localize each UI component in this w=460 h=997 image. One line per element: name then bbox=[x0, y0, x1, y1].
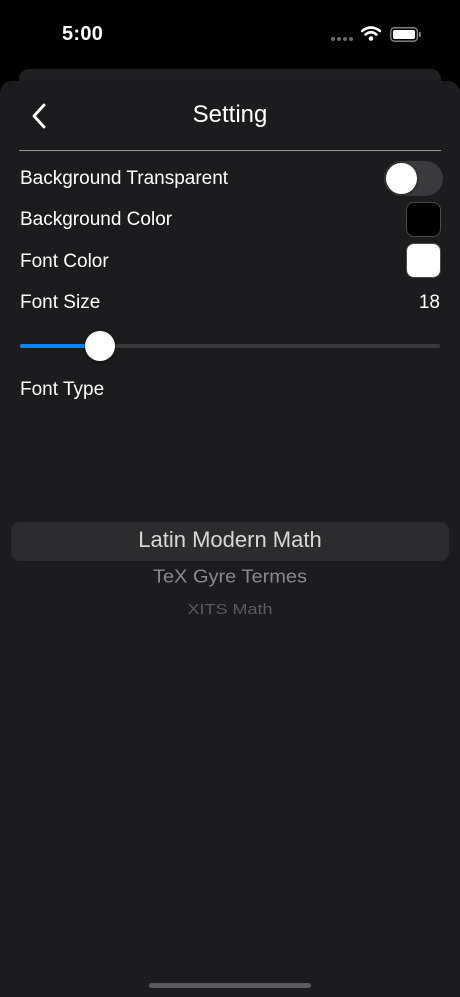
settings-sheet: Setting Background Transparent Backgroun… bbox=[0, 81, 460, 997]
picker-option[interactable]: XITS Math bbox=[0, 601, 460, 618]
font-size-slider[interactable] bbox=[20, 331, 440, 361]
font-size-label: Font Size bbox=[20, 292, 101, 313]
picker-option[interactable]: TeX Gyre Termes bbox=[0, 567, 460, 588]
background-transparent-label: Background Transparent bbox=[20, 168, 229, 189]
cellular-dots-icon bbox=[331, 37, 353, 41]
font-type-label: Font Type bbox=[20, 379, 105, 400]
status-bar: 5:00 bbox=[0, 0, 460, 70]
toggle-knob bbox=[386, 163, 417, 194]
font-type-picker[interactable]: Latin Modern Math TeX Gyre Termes XITS M… bbox=[0, 511, 460, 631]
font-size-value: 18 bbox=[418, 292, 440, 313]
font-color-label: Font Color bbox=[20, 251, 109, 272]
status-time: 5:00 bbox=[62, 23, 104, 45]
home-indicator bbox=[149, 983, 311, 988]
nav-divider bbox=[19, 150, 441, 151]
wifi-icon bbox=[360, 26, 382, 46]
background-color-swatch[interactable] bbox=[406, 202, 441, 237]
slider-thumb[interactable] bbox=[84, 331, 115, 361]
battery-icon bbox=[390, 27, 422, 47]
picker-option-selected[interactable]: Latin Modern Math bbox=[0, 527, 460, 553]
background-color-label: Background Color bbox=[20, 209, 173, 230]
font-color-swatch[interactable] bbox=[406, 243, 441, 278]
page-title: Setting bbox=[192, 101, 268, 128]
background-transparent-toggle[interactable] bbox=[384, 161, 443, 196]
